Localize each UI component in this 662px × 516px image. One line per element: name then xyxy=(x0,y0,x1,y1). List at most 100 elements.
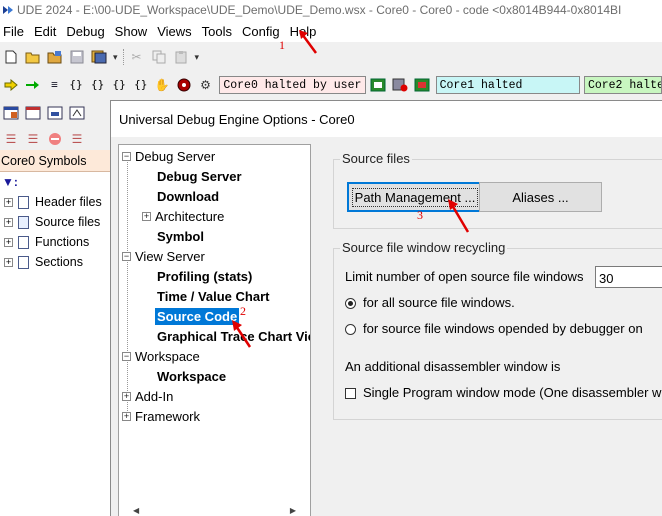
limit-windows-label: Limit number of open source file windows xyxy=(345,269,584,284)
source-file-icon xyxy=(18,215,29,229)
radio-debugger-windows[interactable] xyxy=(345,324,356,335)
tree-horizontal-scrollbar[interactable]: ◀ ▶ xyxy=(119,504,310,516)
single-program-label[interactable]: Single Program window mode (One disassem… xyxy=(363,385,661,400)
annotation-arrow-3 xyxy=(448,199,470,233)
window-titlebar: UDE 2024 - E:\00-UDE_Workspace\UDE_Demo\… xyxy=(0,0,662,20)
menu-views[interactable]: Views xyxy=(153,24,197,39)
expand-icon[interactable]: + xyxy=(122,411,131,421)
sections-icon xyxy=(18,255,29,269)
tree-item-time-value-chart[interactable]: Time / Value Chart xyxy=(155,286,271,306)
single-program-checkbox[interactable] xyxy=(345,388,356,399)
cut-icon[interactable]: ✂ xyxy=(129,49,145,65)
radio-all-windows-label[interactable]: for all source file windows. xyxy=(363,295,515,310)
open-workspace-icon[interactable] xyxy=(47,49,63,65)
toolbar-separator xyxy=(122,49,124,65)
tree-node-label: Architecture xyxy=(155,208,225,224)
expand-icon[interactable]: + xyxy=(4,197,13,207)
expand-icon[interactable]: + xyxy=(122,391,131,401)
step-over-icon[interactable]: {} xyxy=(68,77,84,93)
tree-item-workspace[interactable]: Workspace xyxy=(155,366,228,386)
break-icon[interactable]: ✋ xyxy=(155,77,171,93)
tree-item-debug-server[interactable]: Debug Server xyxy=(155,166,244,186)
menu-bar: File Edit Debug Show Views Tools Config … xyxy=(0,20,662,42)
breakpoint-list-icon[interactable]: ☰ xyxy=(3,131,19,147)
tree-guide-line xyxy=(127,157,128,417)
step-out-icon[interactable]: {} xyxy=(90,77,106,93)
tree-node-debug-server[interactable]: − Debug Server xyxy=(122,146,215,166)
new-file-icon[interactable] xyxy=(3,49,19,65)
menu-edit[interactable]: Edit xyxy=(30,24,62,39)
tree-node-add-in[interactable]: + Add-In xyxy=(122,386,173,406)
tree-node-workspace[interactable]: − Workspace xyxy=(122,346,200,366)
tree-item-source-code[interactable]: Source Code xyxy=(155,306,240,326)
step-return-icon[interactable]: {} xyxy=(111,77,127,93)
tree-item-profiling[interactable]: Profiling (stats) xyxy=(155,266,254,286)
step-line-icon[interactable]: {} xyxy=(133,77,149,93)
tree-item-symbol[interactable]: Symbol xyxy=(155,226,206,246)
symbol-tree-label: Source files xyxy=(35,215,101,229)
aliases-button[interactable]: Aliases ... xyxy=(479,182,602,212)
tree-node-label: View Server xyxy=(135,248,205,264)
tree-node-architecture[interactable]: + Architecture xyxy=(142,206,224,226)
breakpoint-toggle-icon[interactable]: ☰ xyxy=(69,131,85,147)
tree-node-view-server[interactable]: − View Server xyxy=(122,246,205,266)
dialog-title: Universal Debug Engine Options - Core0 xyxy=(119,111,355,127)
tree-item-download[interactable]: Download xyxy=(155,186,221,206)
radio-debugger-windows-label[interactable]: for source file windows opended by debug… xyxy=(363,321,643,336)
source-code-options-pane: Source files Path Management ... Aliases… xyxy=(318,144,662,516)
scroll-right-icon[interactable]: ▶ xyxy=(290,506,296,515)
symbol-tree-item[interactable]: + Functions xyxy=(0,232,111,252)
expand-icon[interactable]: + xyxy=(4,237,13,247)
menu-config[interactable]: Config xyxy=(238,24,286,39)
symbols-panel-header[interactable]: Core0 Symbols xyxy=(0,150,111,172)
copy-icon[interactable] xyxy=(151,49,167,65)
symbol-tree-item[interactable]: + Source files xyxy=(0,212,111,232)
register-window-icon[interactable] xyxy=(47,105,63,121)
chevron-down-icon[interactable]: ▾ xyxy=(113,52,118,63)
source-files-group: Source files Path Management ... Aliases… xyxy=(333,151,662,229)
limit-windows-input[interactable]: 30 xyxy=(595,266,662,288)
run-to-icon[interactable] xyxy=(25,77,41,93)
paste-icon[interactable] xyxy=(173,49,189,65)
save-icon[interactable] xyxy=(69,49,85,65)
dialog-titlebar[interactable]: Universal Debug Engine Options - Core0 xyxy=(111,101,662,137)
tree-item-label: Workspace xyxy=(157,368,227,384)
expand-icon[interactable]: + xyxy=(142,211,151,221)
breakpoint-clear-icon[interactable] xyxy=(47,131,63,147)
collapse-icon[interactable]: − xyxy=(122,151,131,161)
symbols-filter[interactable]: ▼: xyxy=(0,172,111,192)
watch-window-icon[interactable] xyxy=(69,105,85,121)
symbol-tree-item[interactable]: + Sections xyxy=(0,252,111,272)
step-into-icon[interactable]: ≡ xyxy=(47,77,63,93)
core-halt-icon[interactable] xyxy=(414,77,430,93)
menu-show[interactable]: Show xyxy=(111,24,154,39)
windows-icon[interactable] xyxy=(3,105,19,121)
breakpoint-icon[interactable]: ⚙ xyxy=(198,77,214,93)
window-title: UDE 2024 - E:\00-UDE_Workspace\UDE_Demo\… xyxy=(17,3,622,17)
collapse-icon[interactable]: − xyxy=(122,351,131,361)
menu-file[interactable]: File xyxy=(2,24,30,39)
menu-tools[interactable]: Tools xyxy=(198,24,238,39)
go-icon[interactable] xyxy=(3,77,19,93)
core-stop-icon[interactable] xyxy=(392,77,408,93)
chevron-down-icon[interactable]: ▾ xyxy=(195,52,200,63)
toolbar-file: ▾ ✂ ▾ xyxy=(0,43,662,71)
menu-debug[interactable]: Debug xyxy=(62,24,110,39)
expand-icon[interactable]: + xyxy=(4,257,13,267)
tree-item-label: Download xyxy=(157,188,220,204)
core-icon[interactable] xyxy=(370,77,386,93)
functions-icon xyxy=(18,235,29,249)
scroll-left-icon[interactable]: ◀ xyxy=(133,506,139,515)
radio-all-windows[interactable] xyxy=(345,298,356,309)
symbol-tree-item[interactable]: + Header files xyxy=(0,192,111,212)
collapse-icon[interactable]: − xyxy=(122,251,131,261)
save-all-icon[interactable] xyxy=(91,49,107,65)
symbols-panel-title: Core0 Symbols xyxy=(1,153,87,168)
breakpoint-disable-icon[interactable]: ☰ xyxy=(25,131,41,147)
expand-icon[interactable]: + xyxy=(4,217,13,227)
memory-window-icon[interactable] xyxy=(25,105,41,121)
open-folder-icon[interactable] xyxy=(25,49,41,65)
tree-node-framework[interactable]: + Framework xyxy=(122,406,200,426)
aliases-label: Aliases ... xyxy=(512,189,569,205)
reset-icon[interactable] xyxy=(176,77,192,93)
